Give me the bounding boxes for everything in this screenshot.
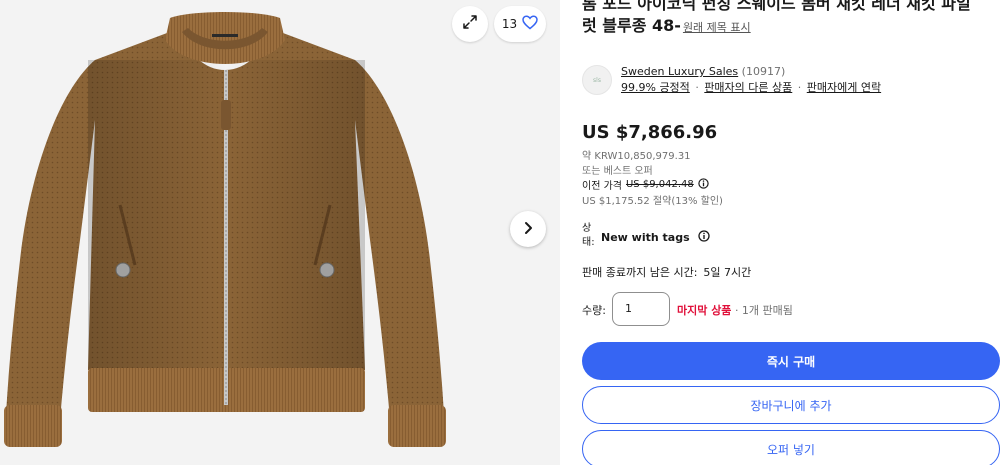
condition-label: 상태: <box>582 223 595 248</box>
separator: · <box>797 81 802 94</box>
time-remaining-label: 판매 종료까지 남은 시간: <box>582 266 698 279</box>
watch-count: 13 <box>501 17 518 31</box>
item-details-panel: 톰 포드 아이코닉 펀칭 스웨이드 봄버 재킷 레더 재킷 파일 럿 블루종 4… <box>582 0 1000 465</box>
previous-price: 이전 가격 US $9,042.48 <box>582 177 709 192</box>
expand-icon <box>462 14 478 34</box>
condition-text: New with tags <box>601 231 690 244</box>
show-original-title-link[interactable]: 원래 제목 표시 <box>683 21 751 34</box>
quantity-status: 마지막 상품 · 1개 판매됨 <box>677 302 793 318</box>
quantity-input[interactable]: 1 <box>612 292 670 326</box>
chevron-right-icon <box>521 220 535 239</box>
seller-card: sls Sweden Luxury Sales (10917) 99.9% 긍정… <box>582 64 881 96</box>
seller-positive-feedback-link[interactable]: 99.9% 긍정적 <box>621 81 690 94</box>
separator: · <box>695 81 699 94</box>
approx-prefix: 약 <box>582 151 592 162</box>
buy-now-button[interactable]: 즉시 구매 <box>582 342 1000 380</box>
contact-seller-link[interactable]: 판매자에게 연락 <box>807 81 881 94</box>
previous-price-value: US $9,042.48 <box>625 179 694 190</box>
seller-feedback-count: (10917) <box>741 65 786 78</box>
info-icon[interactable] <box>697 230 710 245</box>
time-remaining: 판매 종료까지 남은 시간: 5일 7시간 <box>582 264 751 280</box>
expand-button[interactable] <box>452 6 488 42</box>
approx-price: 약 KRW10,850,979.31 <box>582 147 691 162</box>
seller-other-items-link[interactable]: 판매자의 다른 상품 <box>704 81 792 94</box>
last-item-badge: 마지막 상품 <box>677 304 732 317</box>
product-image[interactable] <box>0 0 560 465</box>
item-price: US $7,866.96 <box>582 122 718 143</box>
previous-price-label: 이전 가격 <box>582 181 622 192</box>
make-offer-button[interactable]: 오퍼 넣기 <box>582 430 1000 465</box>
heart-icon <box>522 15 538 33</box>
info-icon[interactable] <box>698 177 709 192</box>
savings-text: US $1,175.52 절약(13% 할인) <box>582 196 723 207</box>
watchlist-button[interactable]: 13 <box>494 6 546 42</box>
quantity-label: 수량: <box>582 304 606 317</box>
image-gallery[interactable]: 13 <box>0 0 560 465</box>
seller-name-link[interactable]: Sweden Luxury Sales <box>621 65 738 78</box>
next-image-button[interactable] <box>510 211 546 247</box>
sold-count: · 1개 판매됨 <box>734 304 793 317</box>
condition-value: New with tags <box>601 230 710 245</box>
item-title-line1: 톰 포드 아이코닉 펀칭 스웨이드 봄버 재킷 레더 재킷 파일 <box>582 0 971 13</box>
seller-logo[interactable]: sls <box>582 65 612 95</box>
item-title: 톰 포드 아이코닉 펀칭 스웨이드 봄버 재킷 레더 재킷 파일 럿 블루종 4… <box>582 0 1000 39</box>
item-title-line2: 럿 블루종 48- <box>582 16 681 35</box>
add-to-cart-button[interactable]: 장바구니에 추가 <box>582 386 1000 424</box>
best-offer-text: 또는 베스트 오퍼 <box>582 166 653 177</box>
approx-value: KRW10,850,979.31 <box>594 151 691 162</box>
time-remaining-value: 5일 7시간 <box>703 266 752 279</box>
